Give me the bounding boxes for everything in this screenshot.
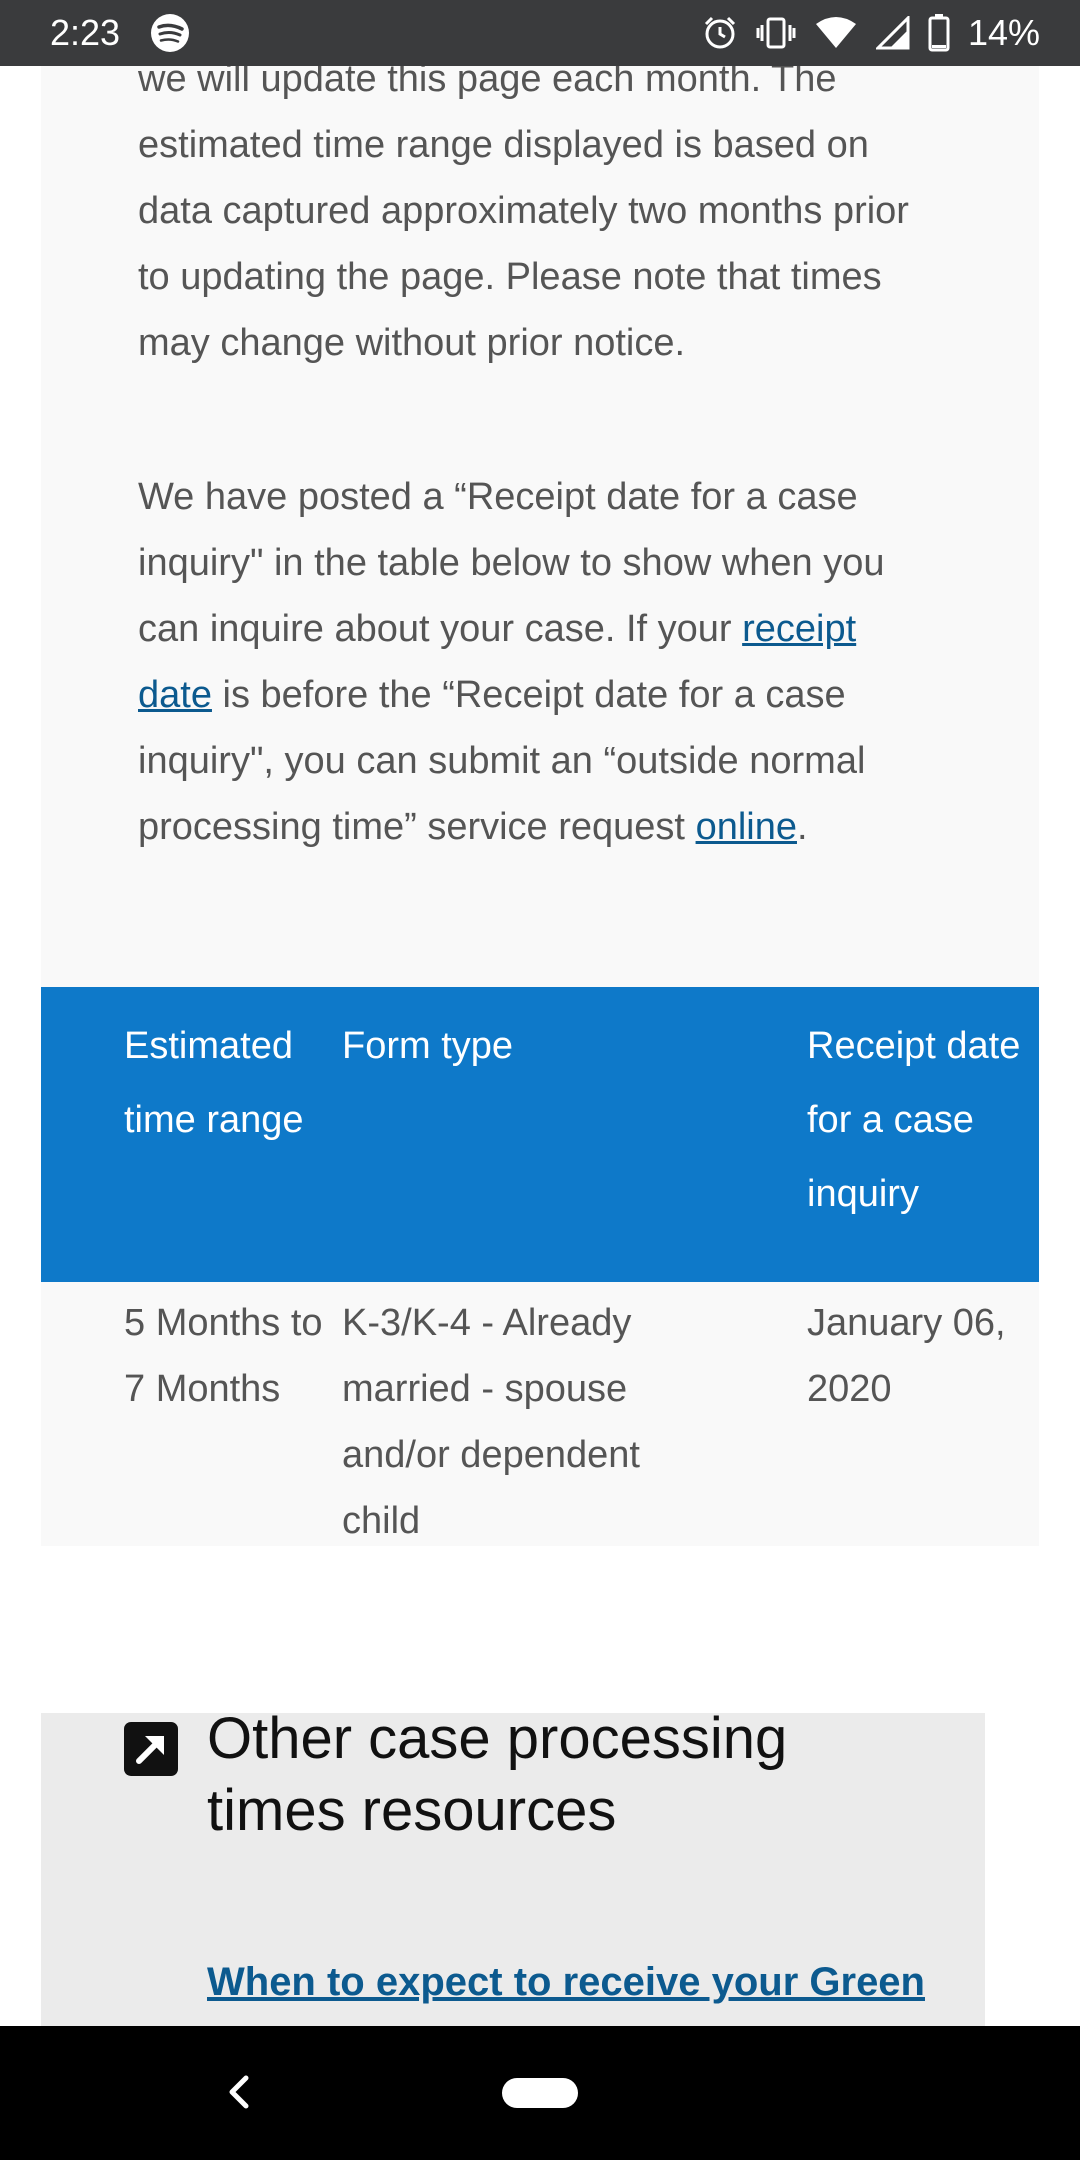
intro-paragraph-2: We have posted a “Receipt date for a cas… <box>138 464 938 860</box>
back-icon[interactable] <box>222 2072 256 2112</box>
vibrate-icon <box>756 17 796 49</box>
status-time: 2:23 <box>50 12 121 53</box>
battery-icon <box>928 14 950 52</box>
online-link[interactable]: online <box>696 806 797 848</box>
external-link-icon <box>124 1722 178 1776</box>
page-content[interactable]: we will update this page each month. The… <box>0 66 1080 2026</box>
navigation-bar <box>0 2026 1080 2160</box>
status-icons: 14% <box>702 12 1040 54</box>
cell-estimated-time-range: 5 Months to 7 Months <box>124 1302 323 1410</box>
table-header: Estimated time range Form type Receipt d… <box>41 987 1039 1282</box>
status-bar: 2:23 14% <box>0 0 1080 66</box>
intro-paragraph-1: we will update this page each month. The… <box>138 66 909 364</box>
header-receipt-date: Receipt date for a case inquiry <box>807 1025 1021 1215</box>
other-resources-box: Other case processing times resources Wh… <box>41 1706 985 2026</box>
table-row: 5 Months to 7 Months K-3/K-4 - Already m… <box>41 1282 1039 1546</box>
alarm-icon <box>704 16 735 49</box>
header-form-type: Form type <box>342 1025 514 1067</box>
intro-paragraph-2-text-c: . <box>796 806 808 848</box>
header-estimated-time-range: Estimated time range <box>124 1025 304 1141</box>
home-pill-button[interactable] <box>502 2078 578 2108</box>
green-card-link[interactable]: When to expect to receive your Green Car… <box>207 1949 927 2026</box>
wifi-icon <box>815 17 856 48</box>
spotify-icon <box>151 14 190 52</box>
other-resources-title: Other case processing times resources <box>207 1706 788 1843</box>
battery-percent: 14% <box>967 12 1040 53</box>
signal-icon <box>875 16 910 50</box>
cell-form-type: K-3/K-4 - Already married - spouse and/o… <box>342 1302 640 1542</box>
cell-receipt-date: January 06, 2020 <box>807 1302 1006 1410</box>
